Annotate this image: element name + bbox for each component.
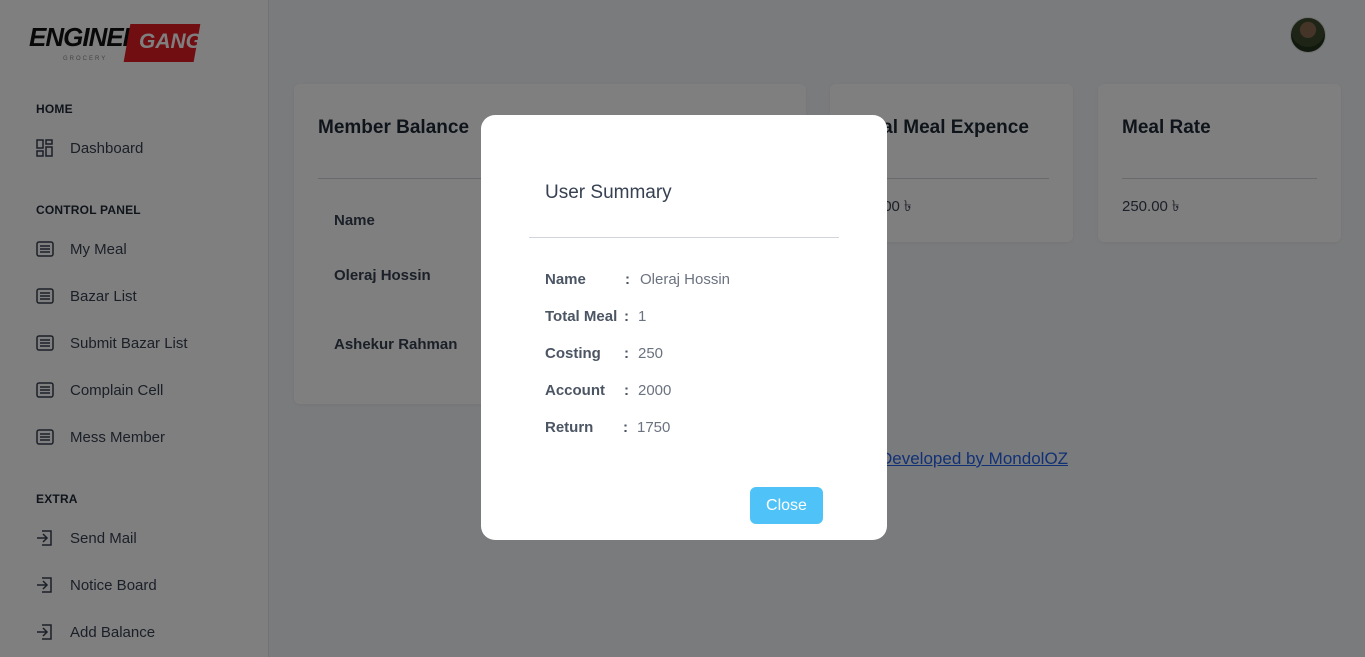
summary-key: Costing bbox=[545, 345, 601, 362]
modal-divider bbox=[529, 237, 839, 238]
summary-separator: : bbox=[624, 308, 629, 325]
summary-value: 2000 bbox=[638, 382, 672, 399]
summary-key: Total Meal bbox=[545, 308, 618, 325]
summary-value: 1750 bbox=[637, 419, 671, 436]
modal-title: User Summary bbox=[545, 182, 672, 203]
close-button[interactable]: Close bbox=[750, 487, 823, 524]
summary-key: Account bbox=[545, 382, 605, 399]
summary-row-costing: Costing : 250 bbox=[545, 345, 835, 365]
user-summary-modal: User Summary Name : Oleraj Hossin Total … bbox=[481, 115, 887, 540]
summary-separator: : bbox=[623, 419, 628, 436]
summary-separator: : bbox=[624, 345, 629, 362]
summary-value: Oleraj Hossin bbox=[640, 271, 731, 288]
summary-key: Return bbox=[545, 419, 594, 436]
summary-row-total-meal: Total Meal : 1 bbox=[545, 308, 835, 328]
summary-row-name: Name : Oleraj Hossin bbox=[545, 271, 835, 291]
summary-separator: : bbox=[624, 382, 629, 399]
summary-value: 250 bbox=[638, 345, 664, 362]
summary-row-return: Return : 1750 bbox=[545, 419, 835, 439]
summary-value: 1 bbox=[638, 308, 647, 325]
summary-separator: : bbox=[625, 271, 630, 288]
summary-key: Name bbox=[545, 271, 586, 288]
summary-row-account: Account : 2000 bbox=[545, 382, 835, 402]
